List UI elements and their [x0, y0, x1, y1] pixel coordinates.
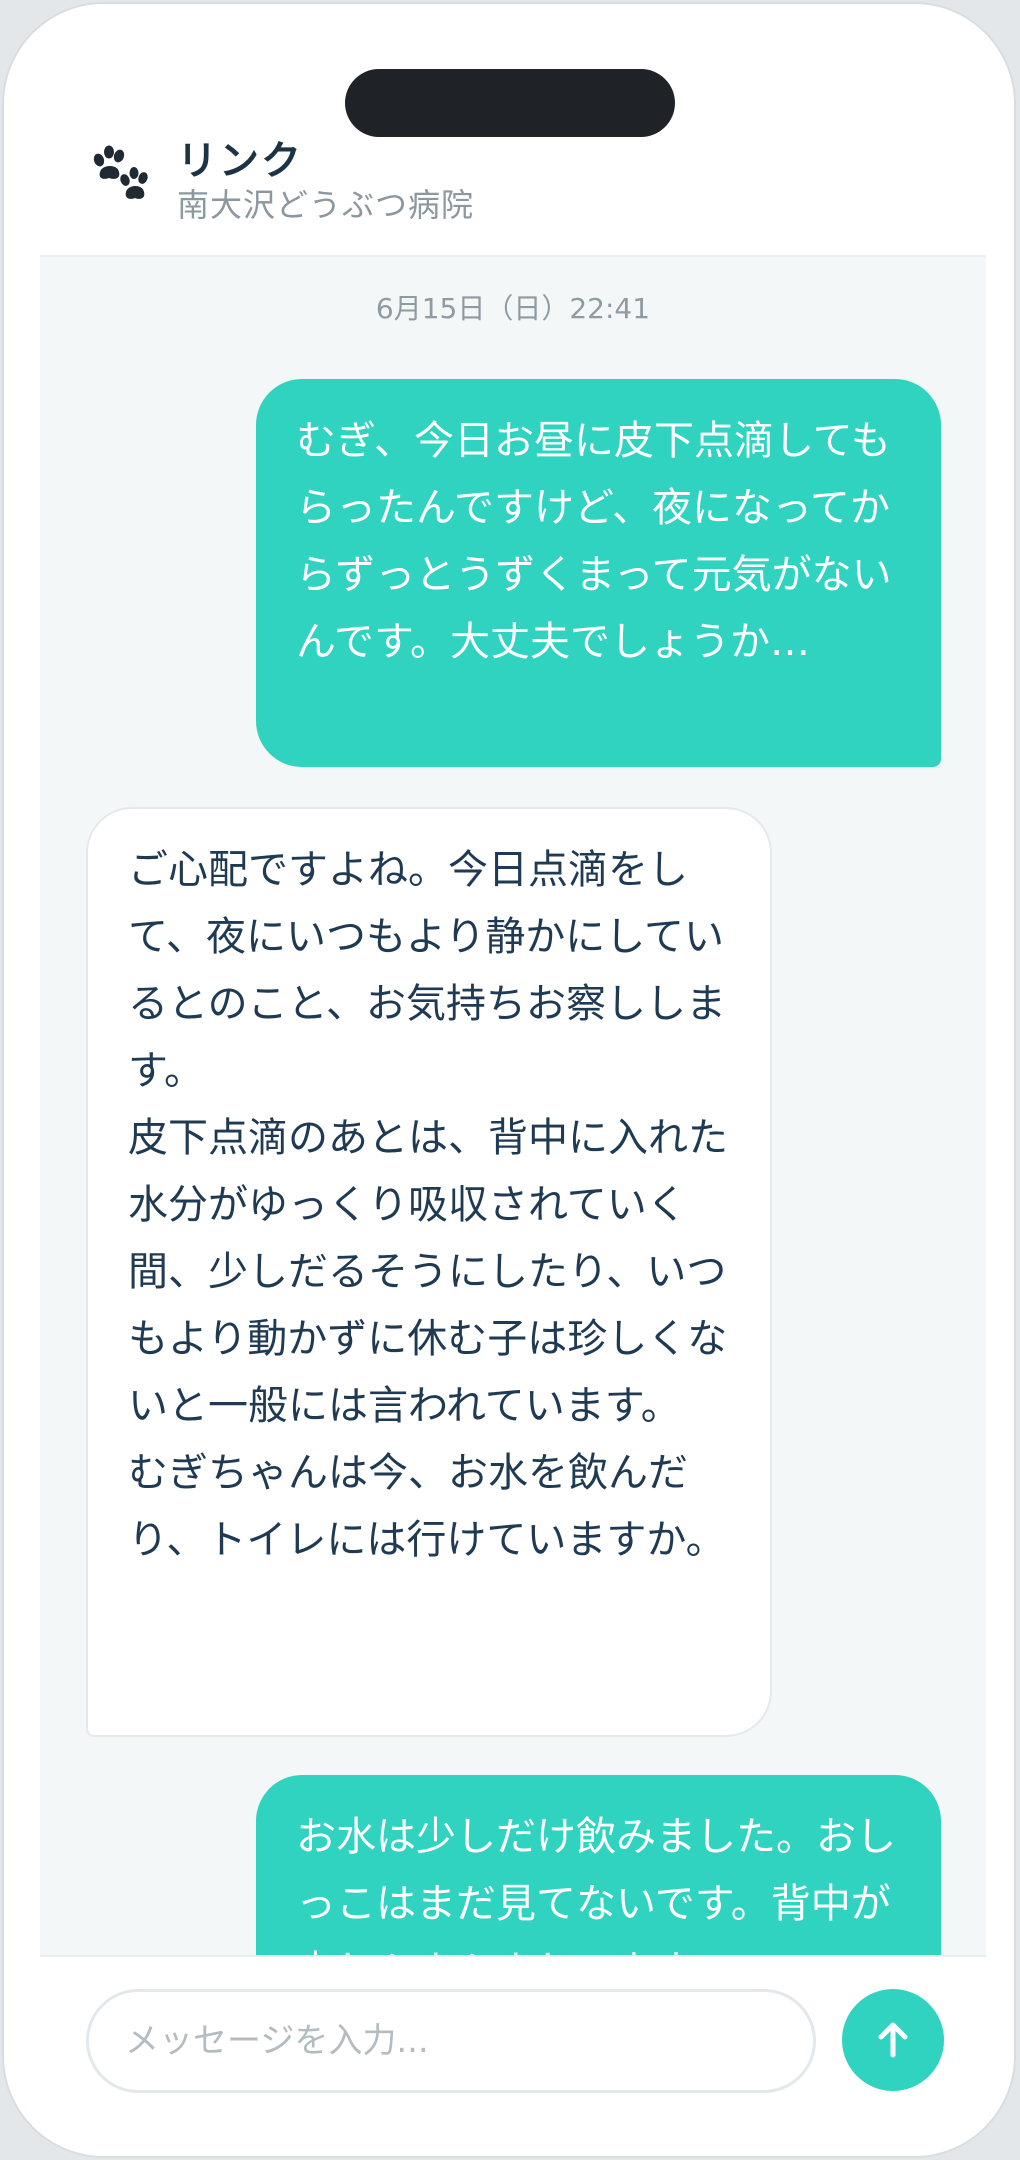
page-title: リンク — [177, 138, 303, 184]
phone-frame: リンク 南大沢どうぶつ病院 6月15日（日）22:41 むぎ、今日お昼に皮下点滴… — [4, 4, 1014, 2156]
paw-icon — [88, 142, 152, 206]
user-message: むぎ、今日お昼に皮下点滴してもらったんですけど、夜になってからずっとうずくまって… — [256, 379, 941, 767]
user-message: お水は少しだけ飲みました。おしっこはまだ見てないです。背中が少しぷよぷよしてます — [256, 1775, 941, 1957]
arrow-up-icon — [878, 2022, 908, 2058]
clinic-name: 南大沢どうぶつ病院 — [177, 186, 475, 224]
bot-message: ご心配ですよね。今日点滴をして、夜にいつもより静かにしているとのこと、お気持ちお… — [86, 807, 772, 1737]
message-timestamp: 6月15日（日）22:41 — [375, 292, 651, 325]
camera-notch — [345, 69, 675, 137]
message-input[interactable] — [86, 1989, 816, 2093]
chat-area[interactable]: 6月15日（日）22:41 むぎ、今日お昼に皮下点滴してもらったんですけど、夜に… — [40, 257, 986, 1957]
send-button[interactable] — [842, 1989, 944, 2091]
composer-bar — [40, 1955, 986, 2156]
